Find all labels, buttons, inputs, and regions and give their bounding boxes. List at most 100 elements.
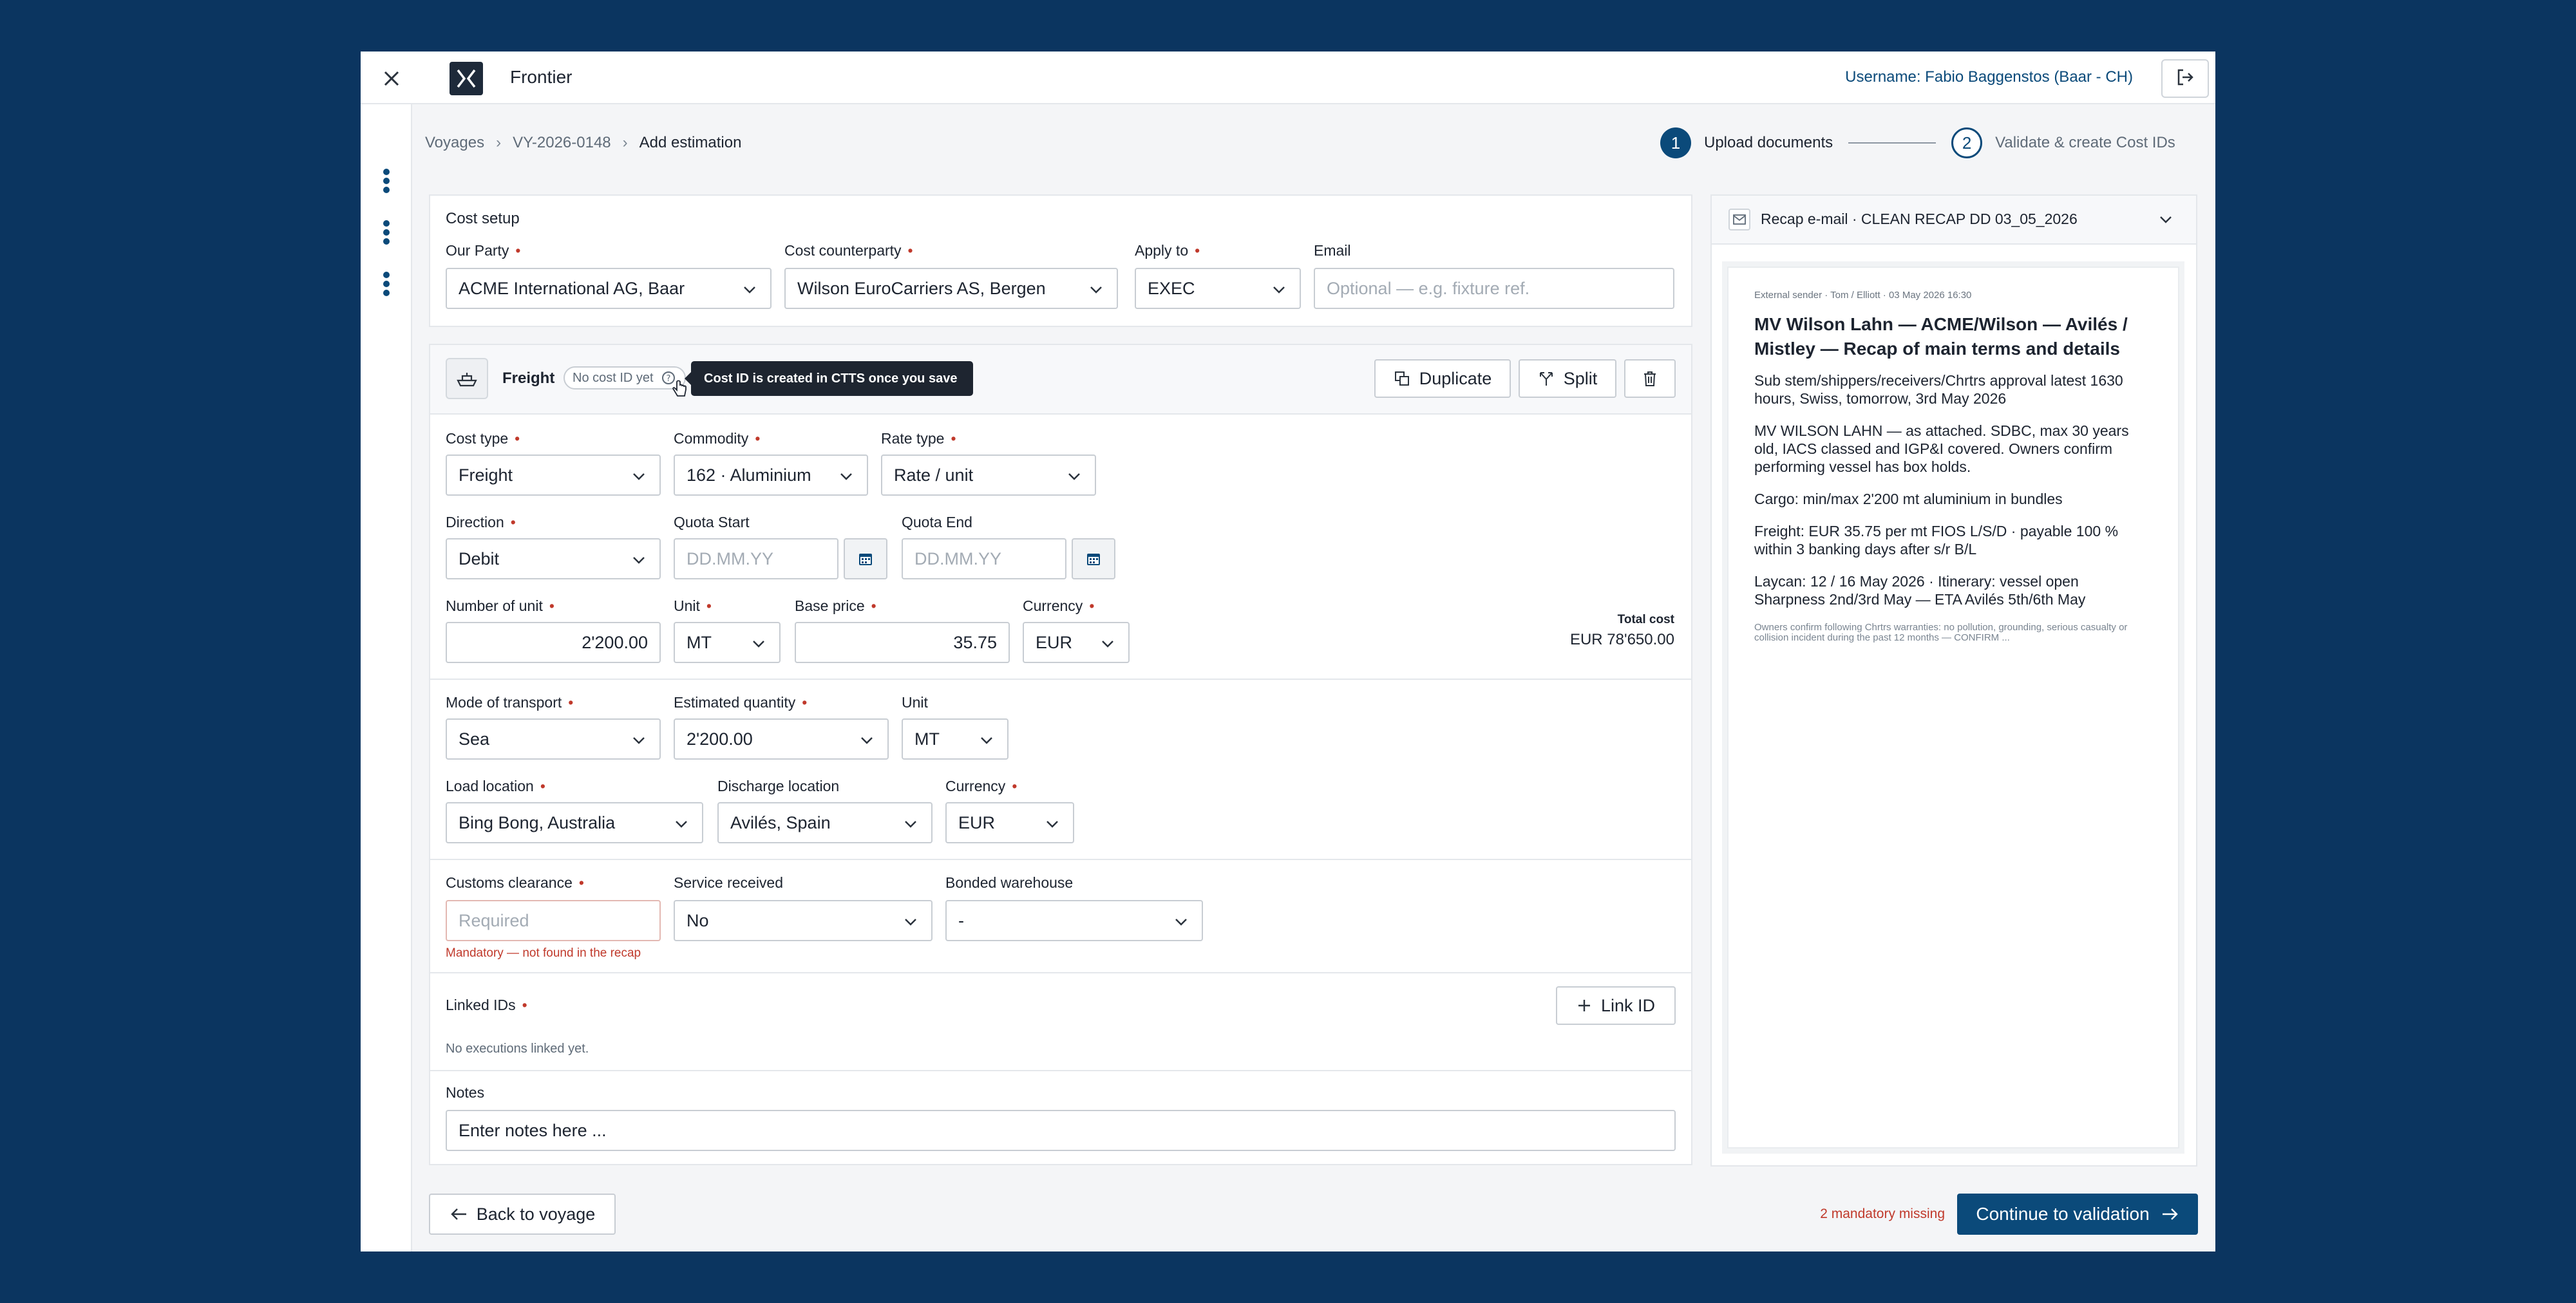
mandatory-missing-label: 2 mandatory missing (1820, 1206, 1945, 1221)
chevron-right-icon: › (496, 134, 502, 151)
breadcrumb-voyage-id[interactable]: VY-2026-0148 (513, 134, 611, 152)
chevron-down-icon (840, 473, 852, 480)
logout-icon (2175, 68, 2195, 90)
load-location-label: Load location • (446, 778, 545, 794)
recap-paragraph: Sub stem/shippers/receivers/Chrtrs appro… (1754, 372, 2123, 407)
continue-to-validation-button[interactable]: Continue to validation (1957, 1194, 2198, 1235)
our-party-label: Our Party • (446, 242, 521, 259)
divider (430, 679, 1691, 680)
recap-title: MV Wilson Lahn — ACME/Wilson — Avilés / … (1754, 314, 2128, 359)
chevron-down-icon (905, 919, 916, 926)
kebab-menu-icon[interactable] (379, 270, 394, 299)
chevron-down-icon (633, 473, 645, 480)
email-input[interactable]: Optional — e.g. fixture ref. (1314, 268, 1674, 309)
chevron-down-icon (1046, 821, 1058, 828)
currency-label: Currency • (1023, 597, 1095, 614)
kebab-menu-icon[interactable] (379, 167, 394, 196)
recap-paragraph: MV WILSON LAHN — as attached. SDBC, max … (1754, 422, 2129, 475)
arrow-right-icon (2162, 1208, 2178, 1220)
total-cost-label: Total cost (1617, 613, 1674, 626)
counterparty-label: Cost counterparty • (784, 242, 913, 259)
mail-icon (1728, 209, 1750, 230)
cost-id-tooltip: Cost ID is created in CTTS once you save (685, 361, 973, 396)
unit-select[interactable]: MT (674, 622, 781, 663)
recap-paragraph: Laycan: 12 / 16 May 2026 · Itinerary: ve… (1754, 573, 2086, 608)
quota-start-input[interactable]: DD.MM.YY (674, 538, 838, 579)
estimated-quantity-select[interactable]: 2'200.00 (674, 718, 889, 760)
unit-select-2[interactable]: MT (902, 718, 1009, 760)
bonded-warehouse-label: Bonded warehouse (945, 874, 1074, 891)
mode-of-transport-select[interactable]: Sea (446, 718, 661, 760)
duplicate-button[interactable]: Duplicate (1374, 359, 1511, 398)
chevron-down-icon (861, 737, 873, 744)
customs-clearance-input[interactable]: Required (446, 900, 661, 941)
cost-type-select[interactable]: Freight (446, 455, 661, 496)
trash-icon (1644, 371, 1656, 386)
calendar-icon[interactable] (844, 538, 887, 579)
base-price-label: Base price • (795, 597, 876, 614)
recap-meta: External sender · Tom / Elliott · 03 May… (1754, 290, 1972, 301)
quota-end-label: Quota End (902, 514, 972, 530)
delete-button[interactable] (1624, 359, 1676, 398)
calendar-icon[interactable] (1072, 538, 1115, 579)
chevron-down-icon (753, 641, 764, 648)
breadcrumb-voyages[interactable]: Voyages (425, 134, 484, 152)
bonded-warehouse-select[interactable]: - (945, 900, 1203, 941)
unit-label-2: Unit (902, 694, 928, 711)
load-location-select[interactable]: Bing Bong, Australia (446, 802, 703, 843)
counterparty-select[interactable]: Wilson EuroCarriers AS, Bergen (784, 268, 1118, 309)
divider (430, 413, 1691, 415)
divider (430, 972, 1691, 973)
link-id-button[interactable]: Link ID (1556, 986, 1676, 1025)
step-2-label: Validate & create Cost IDs (1995, 134, 2175, 151)
chevron-down-icon (1273, 286, 1285, 294)
cost-setup-title: Cost setup (446, 210, 520, 227)
split-button[interactable]: Split (1519, 359, 1616, 398)
chevron-down-icon[interactable] (2157, 211, 2174, 228)
rate-type-select[interactable]: Rate / unit (881, 455, 1096, 496)
close-icon[interactable] (377, 64, 406, 93)
number-of-unit-label: Number of unit • (446, 597, 554, 614)
discharge-location-select[interactable]: Avilés, Spain (717, 802, 933, 843)
recap-paragraph: Freight: EUR 35.75 per mt FIOS L/S/D · p… (1754, 523, 2119, 558)
rate-type-label: Rate type • (881, 430, 956, 447)
our-party-select[interactable]: ACME International AG, Baar (446, 268, 772, 309)
currency-label-2: Currency • (945, 778, 1018, 794)
step-1-label: Upload documents (1704, 134, 1833, 151)
service-received-select[interactable]: No (674, 900, 933, 941)
total-cost-value: EUR 78'650.00 (1569, 631, 1674, 648)
commodity-select[interactable]: 162 · Aluminium (674, 455, 868, 496)
currency-select[interactable]: EUR (1023, 622, 1130, 663)
linked-ids-label: Linked IDs • (446, 997, 527, 1013)
divider (430, 1070, 1691, 1071)
estimated-quantity-label: Estimated quantity • (674, 694, 808, 711)
stepper: 1 Upload documents 2 Validate & create C… (1660, 127, 2175, 158)
chevron-down-icon (1090, 286, 1102, 294)
app-logo-icon (450, 62, 483, 95)
kebab-menu-icon[interactable] (379, 219, 394, 247)
top-bar: Frontier Username: Fabio Baggenstos (Baa… (361, 52, 2215, 104)
base-price-input[interactable]: 35.75 (795, 622, 1010, 663)
breadcrumb-current: Add estimation (639, 134, 742, 151)
duplicate-icon (1394, 371, 1409, 386)
apply-to-select[interactable]: EXEC (1135, 268, 1301, 309)
customs-clearance-label: Customs clearance • (446, 874, 584, 891)
apply-to-label: Apply to • (1135, 242, 1200, 259)
chevron-down-icon (981, 737, 992, 744)
app-title: Frontier (510, 67, 573, 87)
recap-fine-print: Owners confirm following Chrtrs warranti… (1754, 622, 2128, 643)
direction-select[interactable]: Debit (446, 538, 661, 579)
chevron-right-icon: › (622, 134, 628, 151)
notes-label: Notes (446, 1084, 485, 1101)
chevron-down-icon (633, 737, 645, 744)
step-1-circle: 1 (1660, 127, 1691, 158)
number-of-unit-input[interactable]: 2'200.00 (446, 622, 661, 663)
chevron-down-icon (676, 821, 687, 828)
back-to-voyage-button[interactable]: Back to voyage (429, 1194, 616, 1235)
quota-end-input[interactable]: DD.MM.YY (902, 538, 1066, 579)
notes-input[interactable]: Enter notes here ... (446, 1110, 1676, 1151)
logout-button[interactable] (2161, 59, 2209, 98)
currency-select-2[interactable]: EUR (945, 802, 1074, 843)
split-icon (1539, 372, 1553, 386)
direction-label: Direction • (446, 514, 516, 530)
